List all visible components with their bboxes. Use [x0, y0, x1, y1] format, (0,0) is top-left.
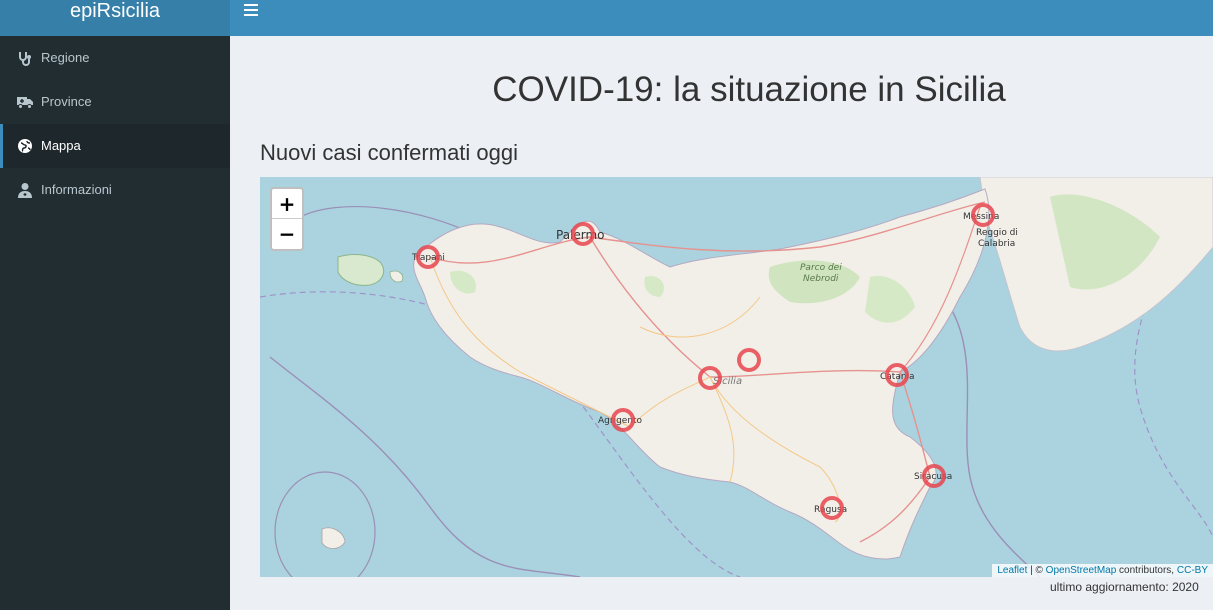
sidebar-item-regione[interactable]: Regione: [0, 36, 230, 80]
license-link[interactable]: CC-BY: [1177, 565, 1208, 576]
zoom-out-button[interactable]: −: [272, 219, 302, 249]
egadi-islands: [389, 270, 404, 283]
section-title: Nuovi casi confermati oggi: [260, 140, 519, 165]
app-logo[interactable]: epiRsicilia: [0, 0, 230, 36]
attribution-contributors: contributors,: [1116, 565, 1177, 576]
map-label-siracusa: Siracusa: [914, 472, 952, 482]
sidebar-item-label: Regione: [41, 50, 90, 65]
maritime-boundary: [949, 306, 1041, 577]
stethoscope-icon: [19, 52, 31, 66]
sidebar-item-province[interactable]: Province: [0, 80, 230, 124]
sidebar-item-label: Informazioni: [41, 182, 112, 197]
map-label-reggio-line2: Calabria: [978, 239, 1015, 249]
osm-link[interactable]: OpenStreetMap: [1046, 565, 1117, 576]
map-attribution: Leaflet | © OpenStreetMap contributors, …: [992, 564, 1213, 577]
leaflet-link[interactable]: Leaflet: [997, 565, 1027, 576]
zoom-in-button[interactable]: +: [272, 189, 302, 219]
maritime-boundary: [269, 356, 581, 577]
globe-icon: [18, 139, 32, 153]
last-updated-text: ultimo aggiornamento: 2020: [1050, 580, 1199, 594]
page-title: COVID-19: la situazione in Sicilia: [492, 70, 1006, 109]
ambulance-icon: [17, 97, 33, 109]
maritime-boundary: [274, 471, 376, 577]
user-doctor-icon: [18, 183, 32, 198]
sidebar-item-label: Mappa: [41, 138, 81, 153]
top-navbar: epiRsicilia: [0, 0, 1213, 36]
sidebar-item-label: Province: [41, 94, 92, 109]
map-label-palermo: Palermo: [556, 228, 605, 242]
pantelleria-island: [321, 527, 346, 549]
sidebar-toggle-icon[interactable]: [244, 4, 258, 16]
sidebar-item-mappa[interactable]: Mappa: [0, 124, 230, 168]
map-label-reggio-line1: Reggio di: [976, 228, 1018, 238]
zoom-control: + −: [270, 187, 304, 251]
egadi-islands: [337, 254, 385, 286]
map-canvas: Trapani Palermo Messina Reggio di Calabr…: [260, 177, 1213, 577]
leaflet-map[interactable]: Trapani Palermo Messina Reggio di Calabr…: [260, 177, 1213, 577]
main-content: COVID-19: la situazione in Sicilia Nuovi…: [230, 36, 1213, 610]
map-label-nebrodi-line2: Nebrodi: [803, 274, 839, 284]
map-label-agrigento: Agrigento: [598, 416, 643, 426]
sidebar: Regione Province Mappa Informazioni: [0, 36, 230, 610]
sidebar-item-informazioni[interactable]: Informazioni: [0, 168, 230, 212]
attribution-separator: | ©: [1027, 565, 1046, 576]
map-label-nebrodi-line1: Parco dei: [800, 263, 842, 273]
